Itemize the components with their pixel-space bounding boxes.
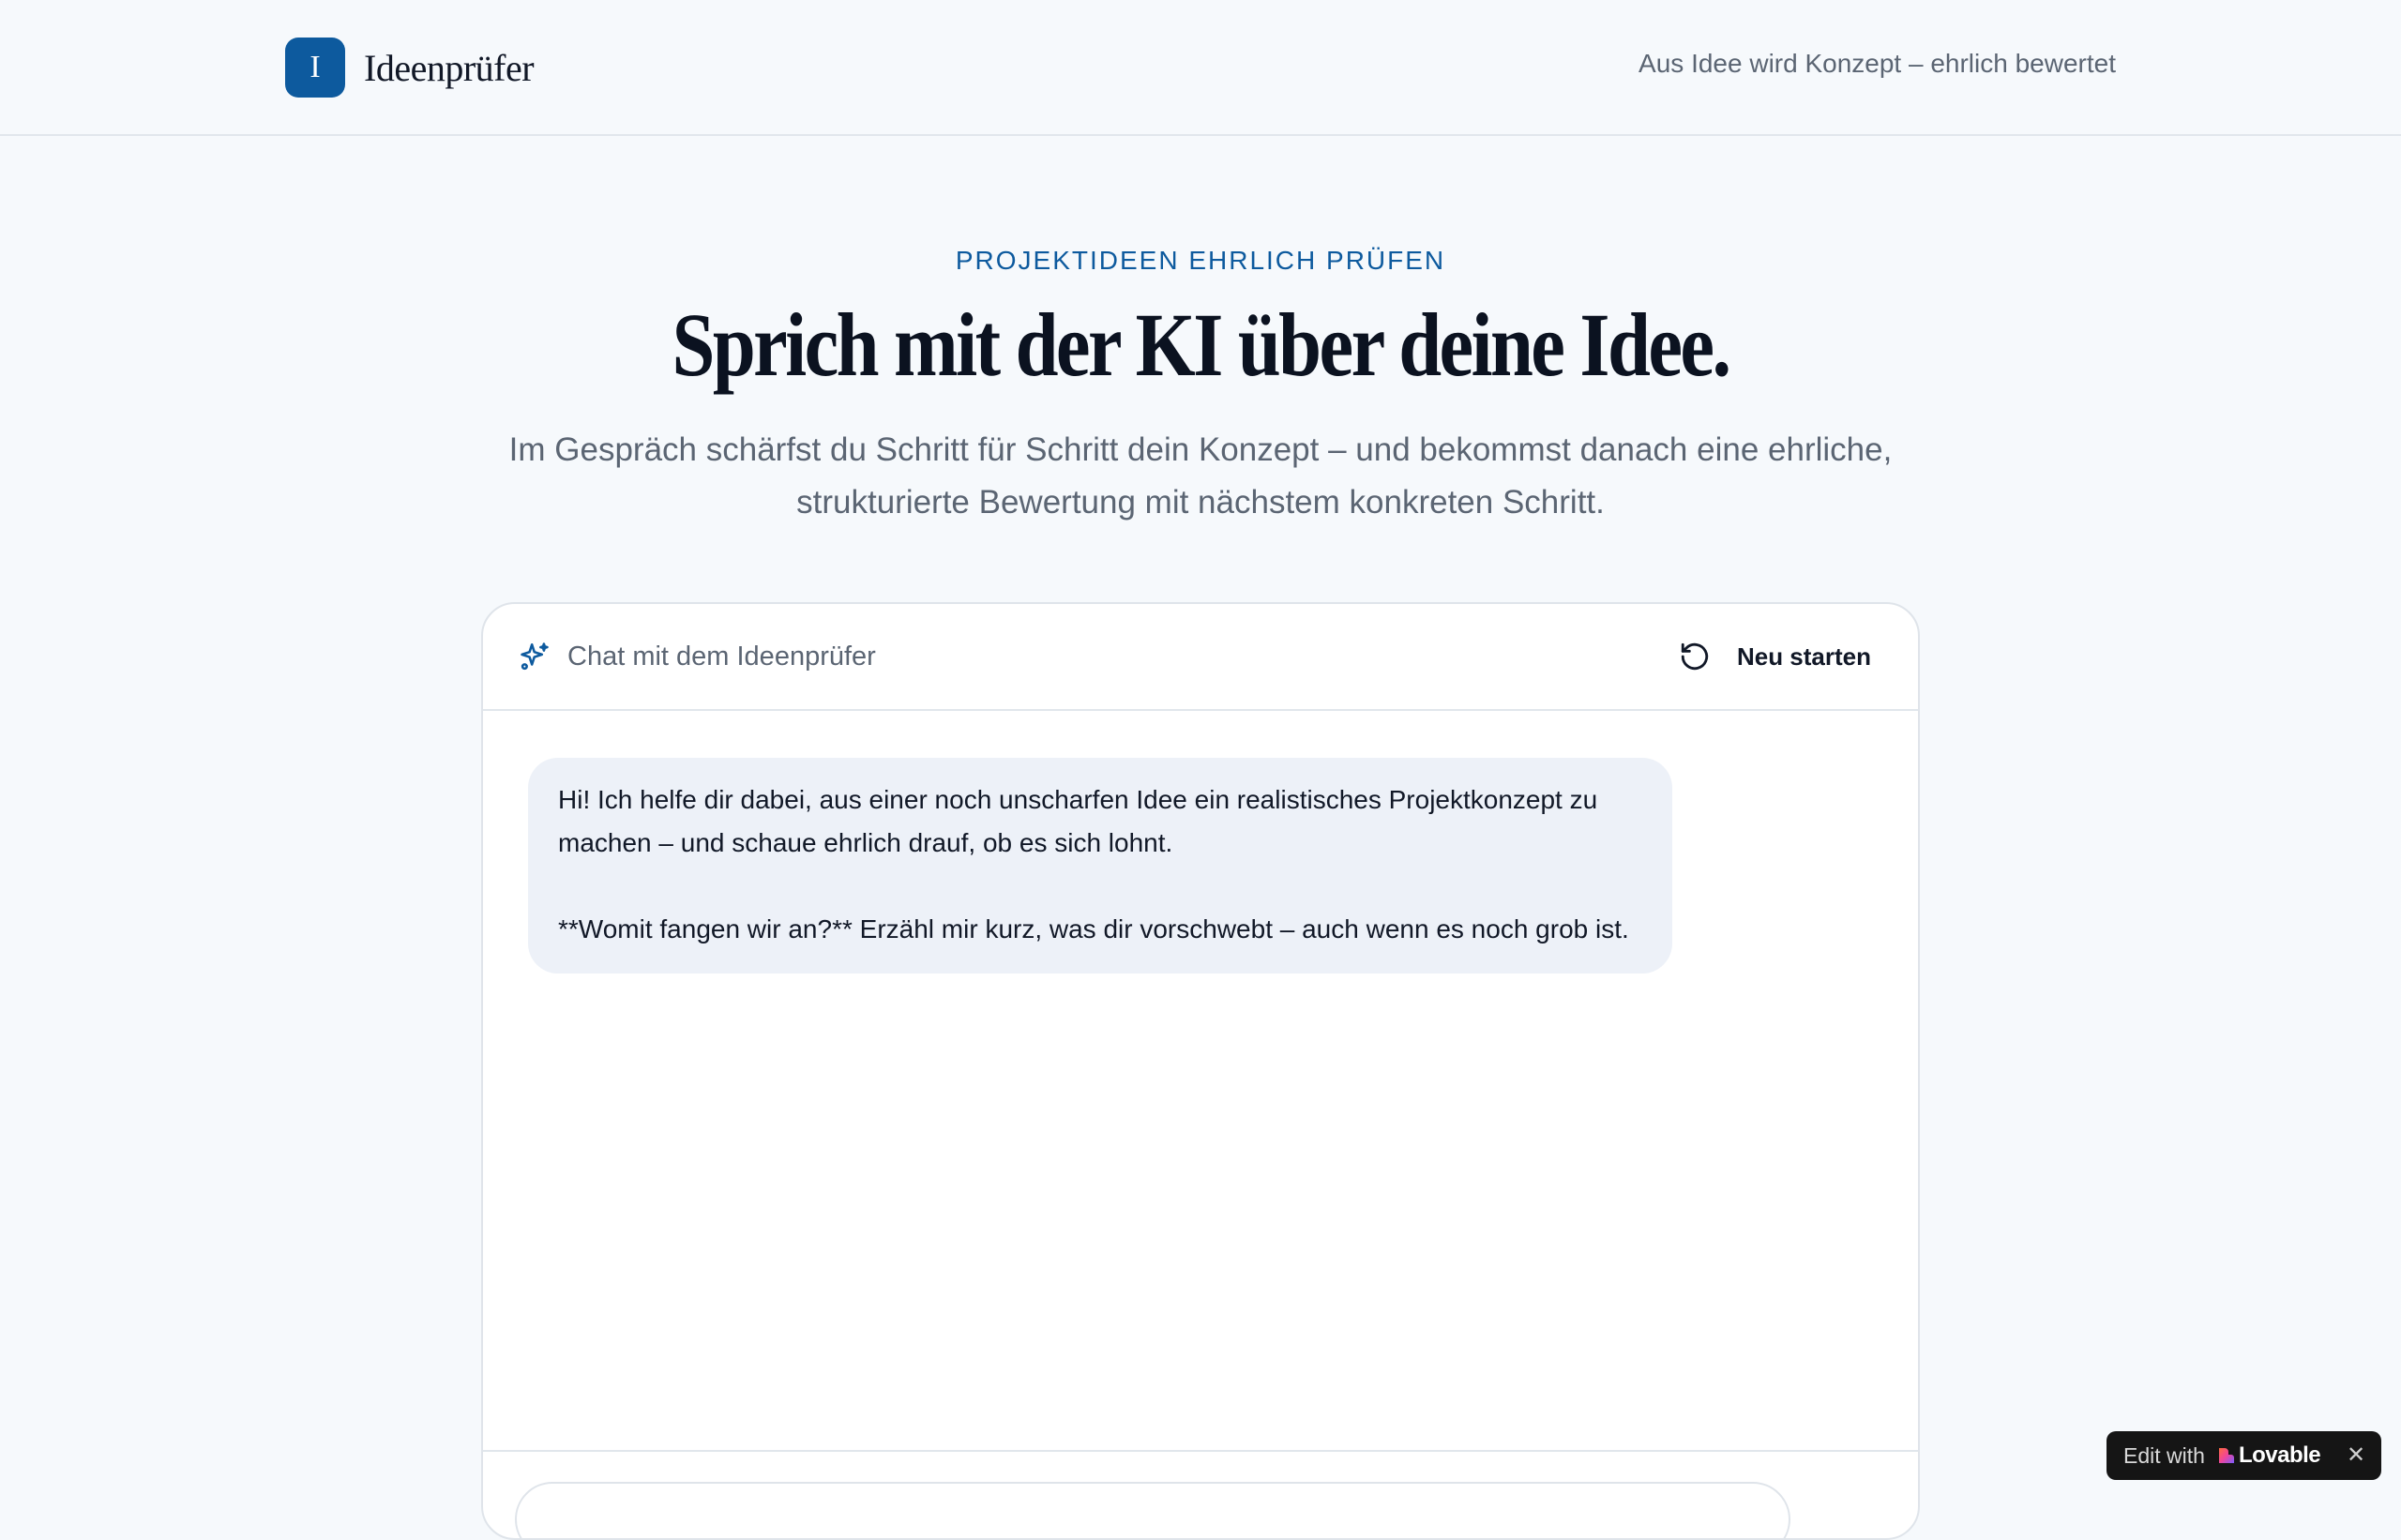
message-list[interactable]: Hi! Ich helfe dir dabei, aus einer noch …: [483, 713, 1918, 1450]
hero-description: Im Gespräch schärfst du Schritt für Schr…: [508, 431, 1893, 521]
logo-mark: I: [285, 38, 345, 98]
restart-icon: [1681, 642, 1709, 671]
restart-button[interactable]: Neu starten: [1679, 630, 1871, 683]
page-title: Sprich mit der KI über deine Idee.: [672, 294, 1731, 395]
message-paragraph: Hi! Ich helfe dir dabei, aus einer noch …: [558, 785, 1598, 857]
brand-name: Ideenprüfer: [364, 46, 535, 89]
top-navigation-bar: I Ideenprüfer Aus Idee wird Konzept – eh…: [0, 0, 2401, 136]
message-paragraph: **Womit fangen wir an?** Erzähl mir kurz…: [558, 914, 1629, 944]
brand[interactable]: I Ideenprüfer: [285, 38, 535, 98]
close-icon[interactable]: ✕: [2344, 1442, 2368, 1468]
chat-panel: Chat mit dem Ideenprüfer Neu starten Hi!…: [481, 602, 1920, 1540]
edit-with-lovable-badge[interactable]: Edit with Lovable ✕: [2107, 1431, 2381, 1480]
lovable-logo-icon: [2218, 1448, 2234, 1463]
badge-brand: Lovable: [2238, 1442, 2321, 1468]
chat-title-label: Chat mit dem Ideenprüfer: [567, 641, 876, 672]
assistant-message: Hi! Ich helfe dir dabei, aus einer noch …: [528, 758, 1672, 974]
chat-header: Chat mit dem Ideenprüfer Neu starten: [483, 604, 1918, 711]
restart-label: Neu starten: [1736, 642, 1871, 671]
badge-prefix: Edit with: [2123, 1442, 2205, 1468]
hero-eyebrow: PROJEKTIDEEN EHRLICH PRÜFEN: [955, 246, 1446, 275]
sparkles-icon: [521, 642, 549, 671]
chat-title: Chat mit dem Ideenprüfer: [519, 638, 876, 675]
message-input[interactable]: [515, 1482, 1790, 1538]
header-tagline: Aus Idee wird Konzept – ehrlich bewertet: [1638, 49, 2116, 78]
composer-area: [483, 1450, 1918, 1538]
